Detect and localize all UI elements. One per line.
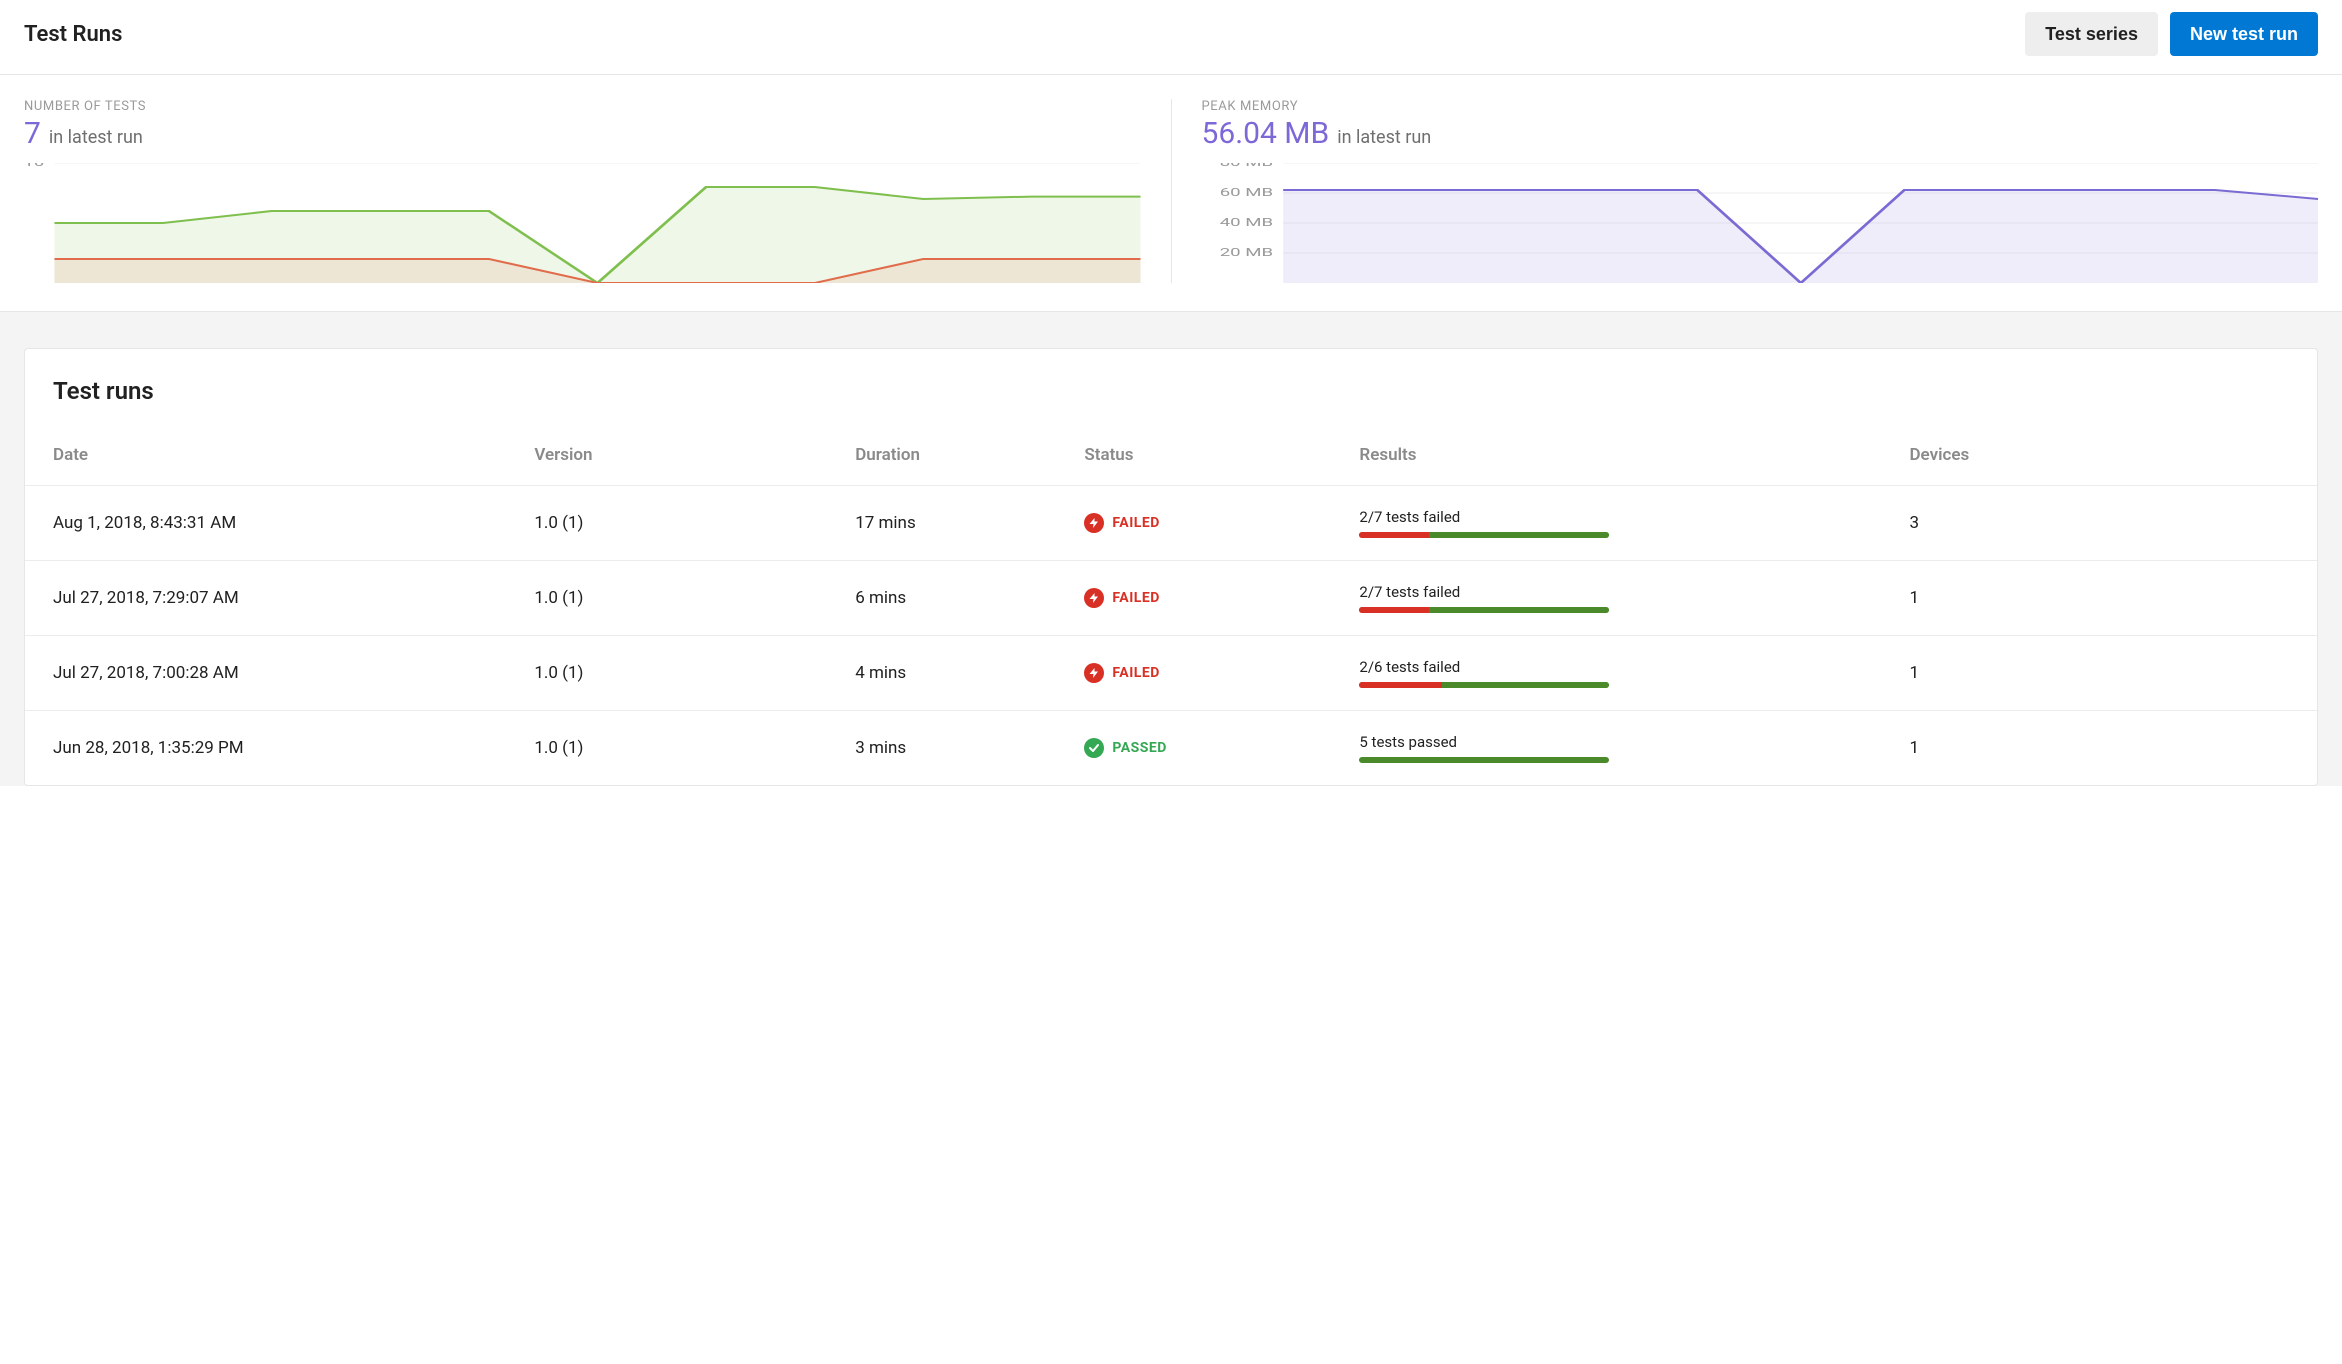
page-title: Test Runs [24, 22, 122, 47]
stat-memory-label: PEAK MEMORY [1202, 99, 2319, 114]
cell-devices: 1 [1881, 561, 2317, 636]
cell-version: 1.0 (1) [506, 486, 827, 561]
cell-devices: 3 [1881, 486, 2317, 561]
col-header-status: Status [1056, 425, 1331, 486]
table-row[interactable]: Jul 27, 2018, 7:00:28 AM 1.0 (1) 4 mins … [25, 636, 2317, 711]
status-text: FAILED [1112, 665, 1159, 681]
cell-results: 2/6 tests failed [1331, 636, 1881, 711]
result-text: 2/7 tests failed [1359, 583, 1853, 601]
cell-duration: 17 mins [827, 486, 1056, 561]
runs-card: Test runs Date Version Duration Status R… [24, 348, 2318, 786]
stats-row: NUMBER OF TESTS 7 in latest run 10 PEAK … [0, 75, 2342, 312]
svg-text:80 MB: 80 MB [1219, 163, 1272, 169]
cell-version: 1.0 (1) [506, 636, 827, 711]
cell-date: Jul 27, 2018, 7:00:28 AM [25, 636, 506, 711]
status-text: FAILED [1112, 515, 1159, 531]
stat-memory-suffix: in latest run [1337, 127, 1431, 148]
cell-date: Aug 1, 2018, 8:43:31 AM [25, 486, 506, 561]
result-text: 2/6 tests failed [1359, 658, 1853, 676]
col-header-version: Version [506, 425, 827, 486]
cell-duration: 6 mins [827, 561, 1056, 636]
col-header-results: Results [1331, 425, 1881, 486]
table-row[interactable]: Jul 27, 2018, 7:29:07 AM 1.0 (1) 6 mins … [25, 561, 2317, 636]
bolt-icon [1084, 588, 1104, 608]
col-header-duration: Duration [827, 425, 1056, 486]
result-text: 2/7 tests failed [1359, 508, 1853, 526]
cell-duration: 4 mins [827, 636, 1056, 711]
stat-tests-value: 7 [24, 116, 41, 151]
status-text: PASSED [1112, 740, 1167, 756]
col-header-date: Date [25, 425, 506, 486]
table-row[interactable]: Jun 28, 2018, 1:35:29 PM 1.0 (1) 3 mins … [25, 711, 2317, 786]
cell-devices: 1 [1881, 711, 2317, 786]
cell-status: FAILED [1056, 486, 1331, 561]
stat-card-tests: NUMBER OF TESTS 7 in latest run 10 [24, 99, 1171, 283]
status-text: FAILED [1112, 590, 1159, 606]
runs-section: Test runs Date Version Duration Status R… [0, 312, 2342, 786]
page-header: Test Runs Test series New test run [0, 0, 2342, 75]
cell-version: 1.0 (1) [506, 711, 827, 786]
cell-duration: 3 mins [827, 711, 1056, 786]
cell-status: PASSED [1056, 711, 1331, 786]
cell-status: FAILED [1056, 561, 1331, 636]
svg-text:20 MB: 20 MB [1219, 246, 1272, 259]
stat-tests-label: NUMBER OF TESTS [24, 99, 1141, 114]
result-bar [1359, 607, 1609, 613]
cell-version: 1.0 (1) [506, 561, 827, 636]
stat-card-memory: PEAK MEMORY 56.04 MB in latest run 80 MB… [1171, 99, 2319, 283]
cell-results: 2/7 tests failed [1331, 561, 1881, 636]
new-test-run-button[interactable]: New test run [2170, 12, 2318, 56]
cell-status: FAILED [1056, 636, 1331, 711]
result-bar [1359, 757, 1609, 763]
stat-memory-value-row: 56.04 MB in latest run [1202, 116, 2319, 151]
cell-results: 2/7 tests failed [1331, 486, 1881, 561]
result-text: 5 tests passed [1359, 733, 1853, 751]
svg-text:60 MB: 60 MB [1219, 186, 1272, 199]
table-row[interactable]: Aug 1, 2018, 8:43:31 AM 1.0 (1) 17 mins … [25, 486, 2317, 561]
stat-memory-value: 56.04 MB [1202, 116, 1330, 151]
col-header-devices: Devices [1881, 425, 2317, 486]
svg-text:10: 10 [24, 163, 44, 169]
tests-chart: 10 [24, 163, 1141, 283]
runs-table: Date Version Duration Status Results Dev… [25, 425, 2317, 785]
runs-section-title: Test runs [25, 349, 2317, 425]
stat-tests-suffix: in latest run [49, 127, 143, 148]
memory-chart: 80 MB 60 MB 40 MB 20 MB [1202, 163, 2319, 283]
bolt-icon [1084, 513, 1104, 533]
cell-date: Jun 28, 2018, 1:35:29 PM [25, 711, 506, 786]
cell-results: 5 tests passed [1331, 711, 1881, 786]
test-series-button[interactable]: Test series [2025, 12, 2158, 56]
svg-text:40 MB: 40 MB [1219, 216, 1272, 229]
bolt-icon [1084, 663, 1104, 683]
header-actions: Test series New test run [2025, 12, 2318, 56]
stat-tests-value-row: 7 in latest run [24, 116, 1141, 151]
cell-devices: 1 [1881, 636, 2317, 711]
cell-date: Jul 27, 2018, 7:29:07 AM [25, 561, 506, 636]
result-bar [1359, 532, 1609, 538]
result-bar [1359, 682, 1609, 688]
check-icon [1084, 738, 1104, 758]
